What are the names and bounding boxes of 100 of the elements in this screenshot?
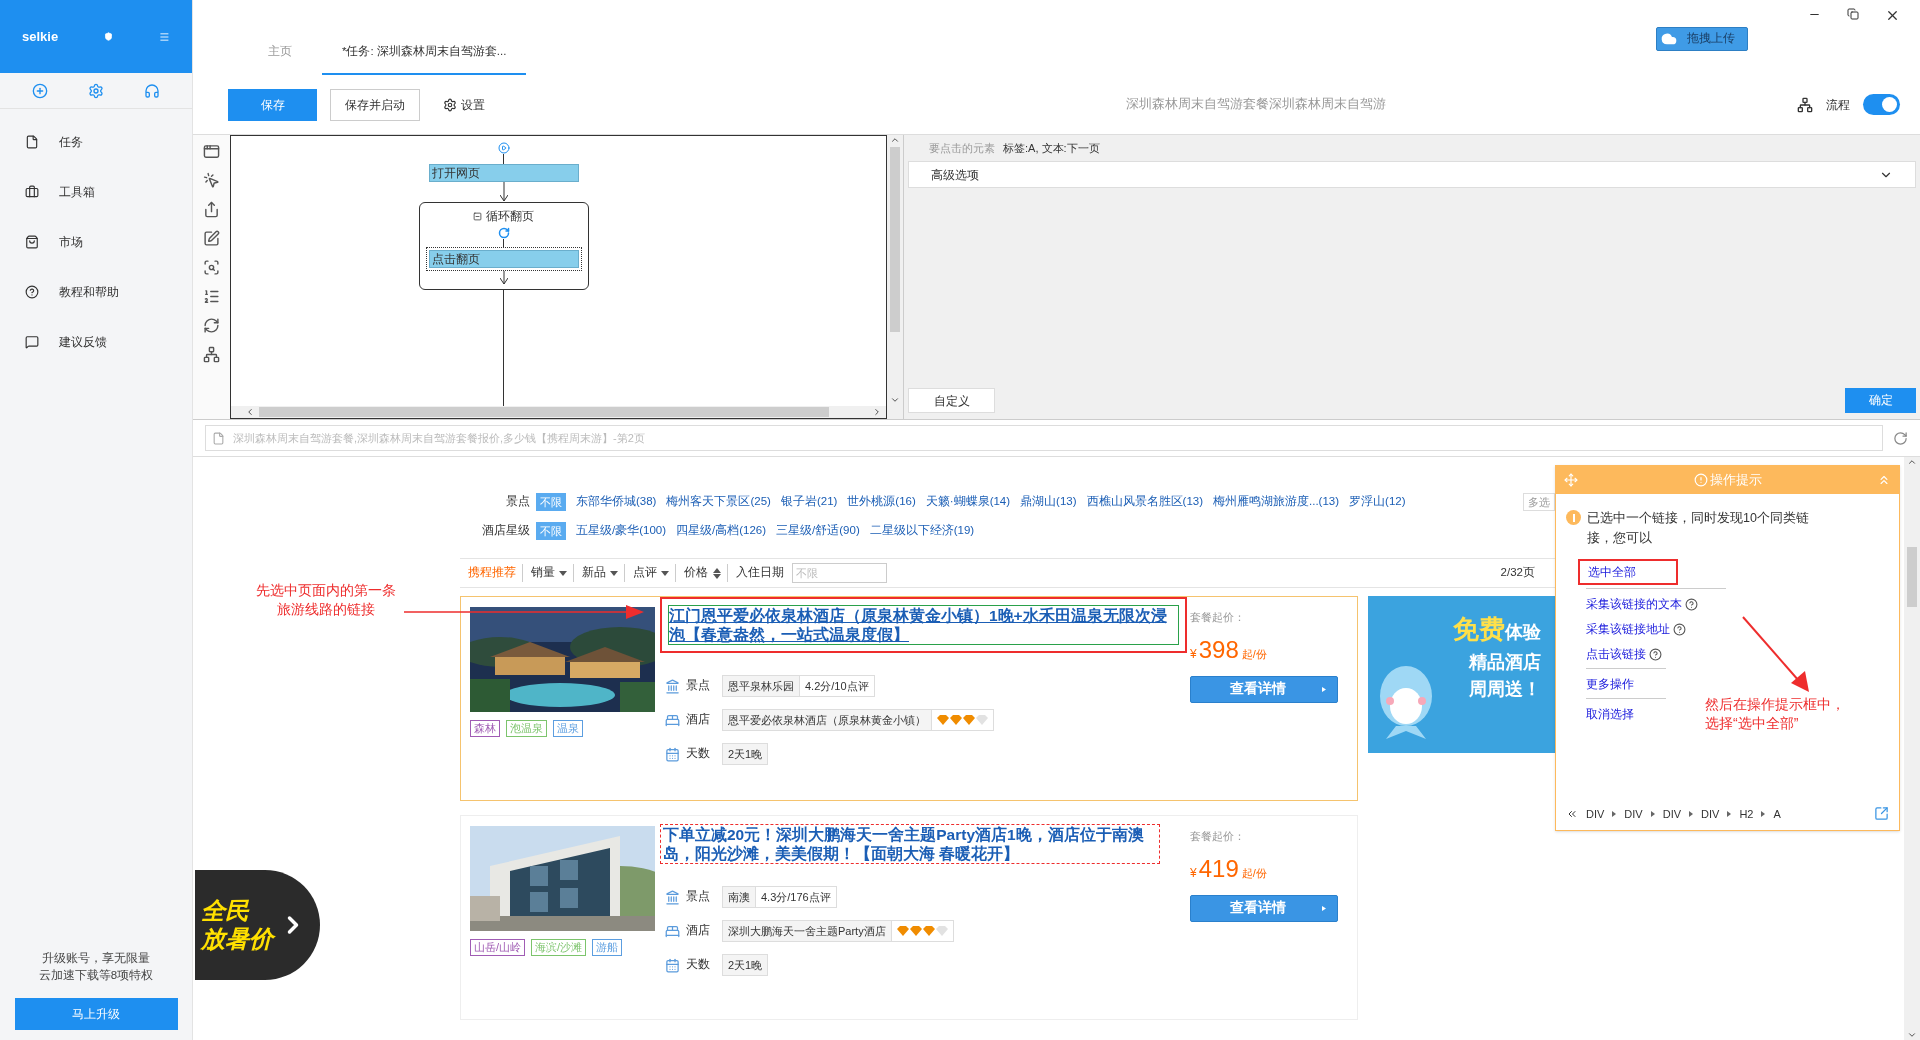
action-link[interactable]: 更多操作 [1586, 675, 1634, 693]
element-value: 标签:A, 文本:下一页 [1003, 140, 1100, 156]
row-label: 景点 [686, 889, 711, 905]
promo-badge[interactable]: 全民 放暑价 [195, 870, 320, 980]
popup-message: 已选中一个链接，同时发现10个同类链接，您可以 [1587, 510, 1810, 547]
settings-button[interactable]: 设置 [443, 95, 485, 114]
scroll-up-icon[interactable] [1907, 457, 1917, 467]
info-value: 深圳大鹏海天一舍主题Party酒店 [722, 920, 892, 942]
help-icon [25, 285, 39, 299]
vertical-scrollbar[interactable] [887, 135, 903, 419]
filter-option[interactable]: 罗浮山(12) [1349, 493, 1406, 511]
filter-option[interactable]: 鼎湖山(13) [1020, 493, 1077, 511]
path-item[interactable]: A [1773, 805, 1781, 822]
filter-option[interactable]: 西樵山风景名胜区(13) [1086, 493, 1203, 511]
help-icon[interactable] [1649, 647, 1662, 661]
row-label: 酒店 [686, 923, 711, 939]
flow-toggle[interactable] [1863, 94, 1900, 115]
settings-icon[interactable] [88, 82, 104, 99]
listing-title-link[interactable]: 江门恩平爱必依泉林酒店（原泉林黄金小镇）1晚+水禾田温泉无限次浸泡【春意盎然，一站式温泉度假】 [668, 605, 1179, 645]
scrollbar-thumb[interactable] [259, 407, 829, 417]
annotation-text: 然后在操作提示框中， [1705, 695, 1845, 714]
filter-option[interactable]: 梅州雁鸣湖旅游度...(13) [1213, 493, 1340, 511]
diamond-icon [950, 715, 962, 725]
date-field[interactable]: 不限 [792, 563, 887, 583]
save-start-button[interactable]: 保存并启动 [330, 88, 420, 121]
help-icon[interactable] [1673, 622, 1686, 636]
listing-title-link[interactable]: 下单立减20元！深圳大鹏海天一舍主题Party酒店1晚，酒店位于南澳岛，阳光沙滩，美美假期！【面朝大海 春暖花开】 [663, 825, 1157, 863]
upload-button[interactable]: 拖拽上传 [1656, 27, 1748, 51]
filter-option[interactable]: 四星级/高档(126) [676, 522, 767, 540]
list-icon[interactable] [203, 288, 220, 305]
filter-option[interactable]: 银子岩(21) [780, 493, 838, 511]
refresh-icon[interactable] [1893, 430, 1908, 446]
edit-icon[interactable] [203, 230, 220, 247]
scroll-up-icon[interactable] [890, 135, 900, 145]
calendar-icon [665, 746, 680, 762]
scrollbar-thumb[interactable] [890, 147, 900, 332]
headphones-icon[interactable] [144, 82, 160, 99]
currency-sign: ¥ [1190, 645, 1197, 663]
scroll-down-icon[interactable] [1907, 1030, 1917, 1040]
filter-option[interactable]: 五星级/豪华(100) [576, 522, 667, 540]
advanced-options-dropdown[interactable]: 高级选项 [908, 161, 1916, 188]
mouse-icon[interactable] [203, 172, 220, 189]
sidebar-item[interactable]: 工具箱 [0, 167, 192, 217]
page-scrollbar[interactable] [1904, 457, 1920, 1040]
sort-option[interactable]: 点评 [633, 564, 676, 582]
scroll-left-icon[interactable] [245, 407, 255, 417]
caret-right-icon [1320, 686, 1328, 692]
filter-option[interactable]: 梅州客天下景区(25) [666, 493, 771, 511]
path-item[interactable]: DIV [1662, 805, 1682, 822]
add-icon[interactable] [32, 82, 48, 99]
custom-button[interactable]: 自定义 [908, 388, 995, 413]
flow-label: 流程 [1826, 96, 1850, 114]
tab[interactable]: *任务: 深圳森林周末自驾游套... [322, 42, 527, 75]
restore-icon[interactable] [1847, 8, 1859, 20]
sort-option[interactable]: 新品 [582, 564, 625, 582]
tree-icon[interactable] [203, 346, 220, 363]
external-link-icon[interactable] [1874, 806, 1889, 822]
sort-option[interactable]: 价格 [684, 564, 728, 582]
row-label: 天数 [686, 957, 711, 973]
browser-icon[interactable] [203, 143, 220, 160]
scroll-right-icon[interactable] [872, 407, 882, 417]
filter-option[interactable]: 天籁·蝴蝶泉(14) [925, 493, 1011, 511]
flow-step[interactable]: 打开网页 [428, 164, 579, 182]
filter-option[interactable]: 三星级/舒适(90) [776, 522, 860, 540]
action-link[interactable]: 采集该链接地址 [1586, 620, 1670, 638]
collapse-icon[interactable] [473, 211, 482, 221]
sidebar-item[interactable]: 建议反馈 [0, 317, 192, 367]
sidebar-item[interactable]: 教程和帮助 [0, 267, 192, 317]
flow-step[interactable]: 点击翻页 [425, 247, 582, 271]
filter-option[interactable]: 世外桃源(16) [847, 493, 916, 511]
separator-icon [1761, 810, 1766, 817]
scroll-down-icon[interactable] [890, 395, 900, 405]
price: 398 [1198, 634, 1239, 665]
path-item[interactable]: DIV [1586, 805, 1605, 822]
filter-option[interactable]: 二星级以下经济(19) [869, 522, 975, 540]
path-item[interactable]: H2 [1739, 805, 1754, 822]
path-item[interactable]: DIV [1624, 805, 1643, 822]
action-link[interactable]: 采集该链接的文本 [1586, 595, 1682, 613]
filter-option[interactable]: 东部华侨城(38) [576, 493, 657, 511]
export-icon[interactable] [203, 201, 220, 218]
date-label: 入住日期 [736, 565, 784, 581]
sidebar-item[interactable]: 任务 [0, 117, 192, 167]
search-icon[interactable] [203, 259, 220, 276]
scrollbar-thumb[interactable] [1907, 547, 1917, 607]
action-link[interactable]: 选中全部 [1588, 563, 1636, 581]
loop-icon[interactable] [203, 317, 220, 334]
ad-free-text: 免费 [1453, 613, 1505, 646]
tag: 森林 [470, 720, 500, 737]
loop-box[interactable]: 循环翻页 点击翻页 [418, 202, 589, 290]
action-link[interactable]: 取消选择 [1586, 705, 1634, 723]
ad-text: 精品酒店 [1469, 651, 1541, 674]
sort-option[interactable]: 销量 [531, 564, 574, 582]
tag: 泡温泉 [506, 720, 547, 737]
horizontal-scrollbar[interactable] [231, 406, 886, 418]
sidebar-item[interactable]: 市场 [0, 217, 192, 267]
close-icon[interactable] [1885, 8, 1900, 23]
diamond-icon [963, 715, 975, 725]
action-link[interactable]: 点击该链接 [1586, 645, 1646, 663]
help-icon[interactable] [1685, 597, 1698, 611]
path-item[interactable]: DIV [1701, 805, 1720, 822]
